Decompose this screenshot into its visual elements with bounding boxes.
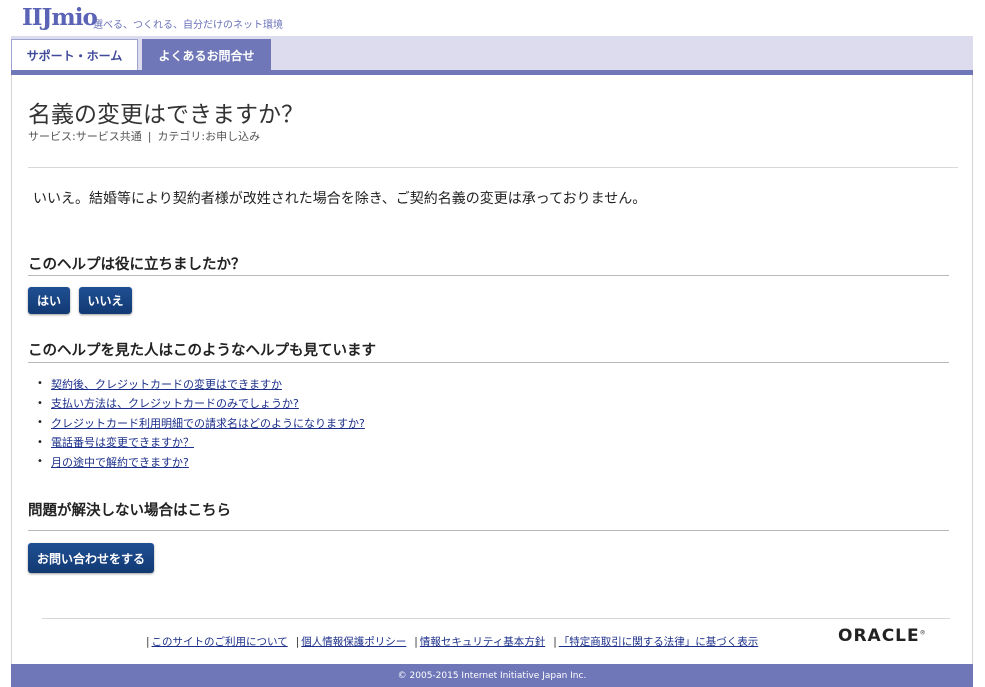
footer-link-security[interactable]: 情報セキュリティ基本方針 [420, 636, 545, 648]
footer-link-privacy[interactable]: 個人情報保護ポリシー [301, 636, 406, 648]
yes-button[interactable]: はい [28, 287, 70, 314]
footer-item: | このサイトのご利用について [146, 634, 288, 649]
feedback-divider [28, 275, 949, 276]
copyright-bar: © 2005-2015 Internet Initiative Japan In… [11, 664, 973, 687]
iijmio-logo[interactable]: IIJmio [22, 4, 98, 31]
service-label: サービス: [28, 130, 76, 143]
no-button[interactable]: いいえ [79, 287, 132, 314]
page-title: 名義の変更はできますか？ [28, 102, 304, 128]
related-heading: このヘルプを見た人はこのようなヘルプも見ています [28, 343, 376, 359]
footer-item: | 情報セキュリティ基本方針 [414, 634, 545, 649]
related-link[interactable]: 契約後、クレジットカードの変更はできますか [51, 376, 282, 392]
question-meta: サービス:サービス共通 | カテゴリ:お申し込み [28, 128, 260, 144]
footer-divider [42, 618, 950, 619]
footer-link-commerce[interactable]: 「特定商取引に関する法律」に基づく表示 [559, 636, 759, 648]
site-header: IIJmio 選べる、つくれる、自分だけのネット環境 [0, 0, 985, 36]
footer-separator: | [553, 636, 557, 648]
feedback-heading: このヘルプは役に立ちましたか？ [28, 257, 246, 273]
contact-button[interactable]: お問い合わせをする [28, 543, 154, 573]
related-divider [28, 362, 949, 363]
bullet-icon: • [37, 456, 43, 468]
bullet-icon: • [37, 397, 43, 409]
service-value: サービス共通 [75, 130, 142, 143]
related-link[interactable]: 電話番号は変更できますか？ [51, 434, 194, 450]
footer-link-terms[interactable]: このサイトのご利用について [152, 636, 288, 648]
oracle-logo: ORACLE® [838, 626, 927, 646]
contact-divider [28, 530, 949, 531]
related-link[interactable]: クレジットカード利用明細での請求名はどのようになりますか? [51, 415, 365, 431]
registered-mark: ® [919, 629, 927, 637]
tab-bar: サポート・ホーム よくあるお問合せ [11, 36, 973, 71]
category-label: カテゴリ: [157, 130, 206, 143]
meta-separator: | [147, 130, 152, 143]
category-value: お申し込み [205, 130, 261, 143]
bullet-icon: • [37, 436, 43, 448]
content-frame [11, 75, 973, 664]
copyright-text: © 2005-2015 Internet Initiative Japan In… [397, 670, 587, 681]
tab-support-home[interactable]: サポート・ホーム [11, 39, 138, 71]
bullet-icon: • [37, 378, 43, 390]
footer-item: | 個人情報保護ポリシー [296, 634, 407, 649]
logo-tagline: 選べる、つくれる、自分だけのネット環境 [93, 20, 283, 31]
list-item: • クレジットカード利用明細での請求名はどのようになりますか? [37, 413, 365, 433]
footer-separator: | [146, 636, 150, 648]
list-item: • 契約後、クレジットカードの変更はできますか [37, 374, 365, 394]
list-item: • 電話番号は変更できますか？ [37, 433, 365, 453]
answer-text: いいえ。結婚等により契約者様が改姓された場合を除き、ご契約名義の変更は承っており… [33, 191, 647, 207]
footer-links: | このサイトのご利用について | 個人情報保護ポリシー | 情報セキュリティ基本方針… [146, 634, 758, 649]
tab-faq[interactable]: よくあるお問合せ [142, 39, 271, 71]
footer-item: | 「特定商取引に関する法律」に基づく表示 [553, 634, 758, 649]
list-item: • 支払い方法は、クレジットカードのみでしょうか? [37, 394, 365, 414]
contact-heading: 問題が解決しない場合はこちら [28, 503, 231, 519]
list-item: • 月の途中で解約できますか? [37, 452, 365, 472]
footer-separator: | [295, 636, 300, 648]
footer-separator: | [414, 636, 418, 648]
bullet-icon: • [37, 417, 43, 429]
divider [28, 167, 958, 168]
oracle-wordmark: ORACLE [838, 626, 920, 646]
related-link[interactable]: 支払い方法は、クレジットカードのみでしょうか? [51, 395, 299, 411]
related-link[interactable]: 月の途中で解約できますか? [51, 454, 189, 470]
related-list: • 契約後、クレジットカードの変更はできますか • 支払い方法は、クレジットカードの… [37, 374, 365, 472]
